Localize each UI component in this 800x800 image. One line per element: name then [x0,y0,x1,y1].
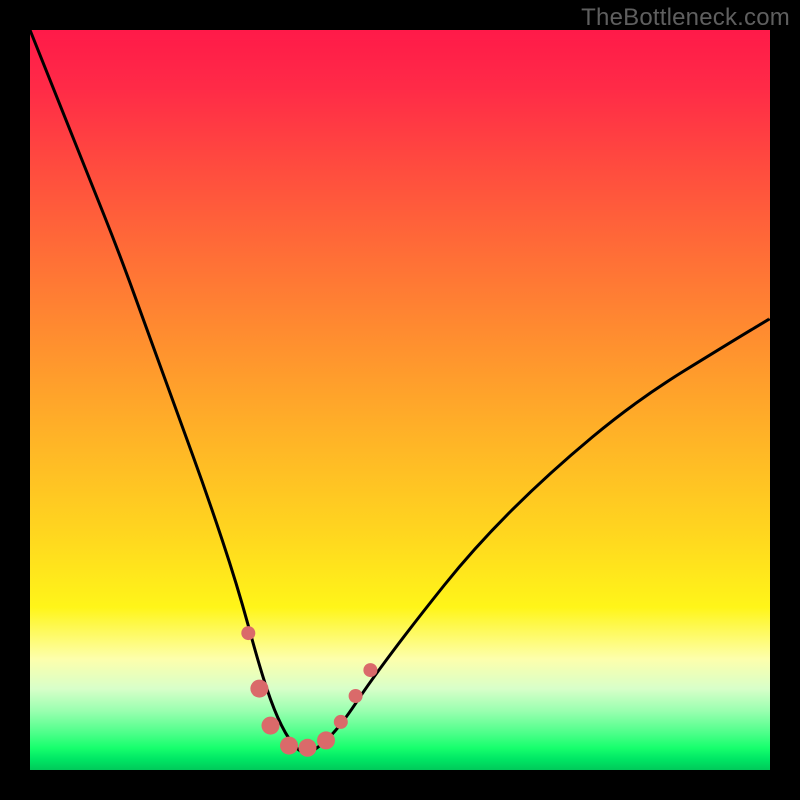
chart-svg [30,30,770,770]
watermark-text: TheBottleneck.com [581,4,790,32]
curve-marker [334,715,348,729]
curve-marker [299,739,317,757]
curve-marker [262,717,280,735]
plot-area [30,30,770,770]
curve-marker [363,663,377,677]
curve-marker [241,626,255,640]
curve-marker [349,689,363,703]
curve-marker [280,737,298,755]
bottleneck-curve [30,30,770,753]
curve-markers [241,626,377,757]
chart-frame: TheBottleneck.com [0,0,800,800]
curve-marker [250,680,268,698]
curve-marker [317,731,335,749]
